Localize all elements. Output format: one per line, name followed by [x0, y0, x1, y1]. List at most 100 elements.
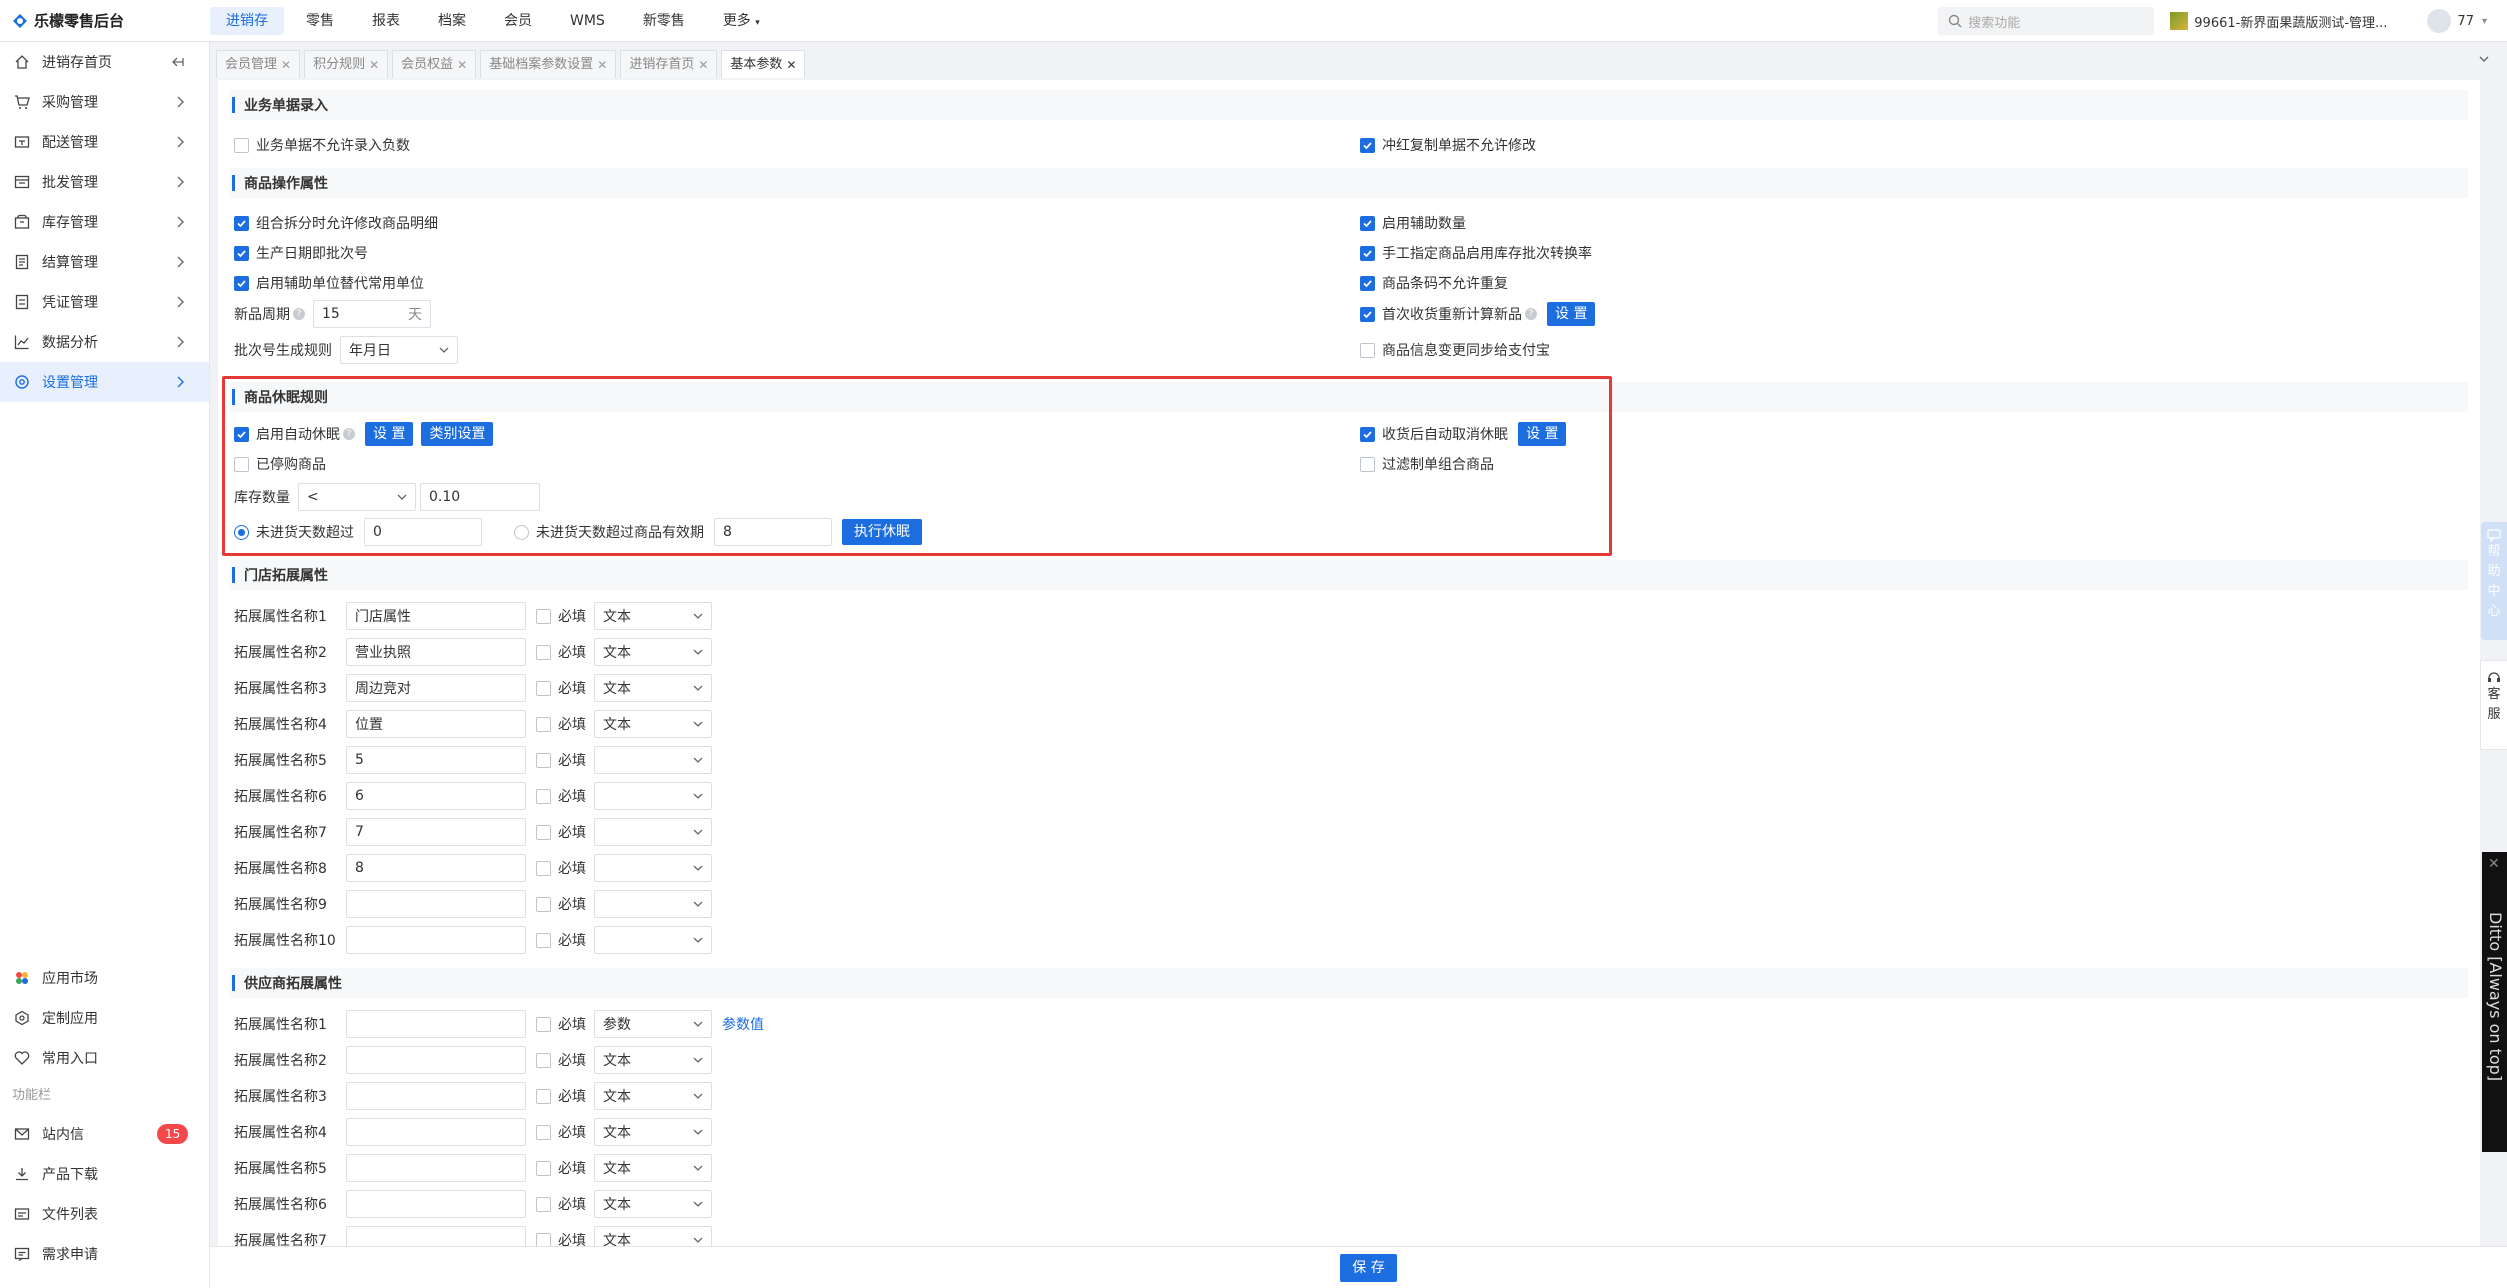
close-icon[interactable]: ✕ — [457, 51, 467, 79]
required-option[interactable]: 必填 — [536, 858, 594, 878]
checkbox[interactable] — [536, 608, 551, 624]
required-option[interactable]: 必填 — [536, 1050, 594, 1070]
sidebar-item-downloads[interactable]: 产品下载 — [0, 1154, 210, 1194]
option-auto-dormant[interactable]: 启用自动休眠 ? 设 置 类别设置 — [234, 421, 494, 447]
sidebar-item-file-list[interactable]: 文件列表 — [0, 1194, 210, 1234]
brand[interactable]: 乐檬零售后台 — [0, 10, 210, 31]
tab-points-rules[interactable]: 积分规则 ✕ — [304, 50, 389, 79]
checkbox[interactable] — [536, 680, 551, 696]
new-period-input[interactable]: 15 天 — [313, 300, 431, 328]
option-stopped-products[interactable]: 已停购商品 — [234, 451, 326, 477]
days-over-input[interactable]: 0 — [364, 518, 482, 546]
topnav-more[interactable]: 更多 ▾ — [707, 7, 776, 35]
help-center-tab[interactable]: 帮 助 中 心 — [2481, 522, 2507, 640]
store-selector[interactable]: 99661-新界面果蔬版测试-管理... — [2170, 12, 2387, 31]
collapse-sidebar-icon[interactable] — [171, 55, 185, 69]
sidebar-item-delivery[interactable]: 配送管理 — [0, 122, 209, 162]
topnav-new-retail[interactable]: 新零售 — [627, 7, 701, 35]
execute-dormant-button[interactable]: 执行休眠 — [842, 519, 922, 545]
attr-type-select[interactable] — [594, 782, 712, 810]
option-aux-qty[interactable]: 启用辅助数量 — [1360, 210, 1466, 236]
option-aux-unit[interactable]: 启用辅助单位替代常用单位 — [234, 270, 424, 296]
option-batch-date[interactable]: 生产日期即批次号 — [234, 240, 368, 266]
sidebar-item-purchase[interactable]: 采购管理 — [0, 82, 209, 122]
required-option[interactable]: 必填 — [536, 930, 594, 950]
checkbox[interactable] — [536, 932, 551, 948]
attr-value-input[interactable] — [346, 1154, 526, 1182]
attr-value-input[interactable]: 7 — [346, 818, 526, 846]
save-button[interactable]: 保 存 — [1340, 1253, 1397, 1282]
close-icon[interactable]: ✕ — [369, 51, 379, 79]
close-icon[interactable]: ✕ — [281, 51, 291, 79]
attr-value-input[interactable]: 门店属性 — [346, 602, 526, 630]
option-barcode-unique[interactable]: 商品条码不允许重复 — [1360, 270, 1508, 296]
checkbox[interactable] — [536, 1088, 551, 1104]
ditto-window[interactable]: ✕ Ditto [Always on top] — [2482, 852, 2507, 1152]
stock-value-input[interactable]: 0.10 — [420, 483, 540, 511]
tab-basic-archive-params[interactable]: 基础档案参数设置 ✕ — [480, 50, 617, 79]
batch-rule-select[interactable]: 年月日 — [340, 336, 458, 364]
attr-value-input[interactable]: 5 — [346, 746, 526, 774]
tab-basic-params[interactable]: 基本参数 ✕ — [721, 50, 806, 78]
required-option[interactable]: 必填 — [536, 606, 594, 626]
option-filter-combo[interactable]: 过滤制单组合商品 — [1360, 451, 1494, 477]
attr-type-select[interactable]: 参数 — [594, 1010, 712, 1038]
close-icon[interactable]: ✕ — [698, 51, 708, 79]
checkbox[interactable] — [536, 824, 551, 840]
sidebar-item-voucher[interactable]: 凭证管理 — [0, 282, 209, 322]
attr-type-select[interactable] — [594, 926, 712, 954]
attr-value-input[interactable] — [346, 1118, 526, 1146]
topnav-members[interactable]: 会员 — [488, 7, 548, 35]
cancel-dormant-settings-button[interactable]: 设 置 — [1518, 422, 1567, 446]
tab-member-benefits[interactable]: 会员权益 ✕ — [392, 50, 477, 79]
tabs-dropdown-icon[interactable] — [2477, 52, 2491, 66]
attr-value-input[interactable] — [346, 890, 526, 918]
checkbox[interactable] — [1360, 342, 1375, 358]
attr-value-input[interactable] — [346, 1010, 526, 1038]
checkbox-checked[interactable] — [1360, 275, 1375, 291]
attr-type-select[interactable]: 文本 — [594, 1082, 712, 1110]
close-icon[interactable]: ✕ — [597, 51, 607, 79]
sidebar-item-settlement[interactable]: 结算管理 — [0, 242, 209, 282]
sidebar-item-analytics[interactable]: 数据分析 — [0, 322, 209, 362]
checkbox[interactable] — [536, 752, 551, 768]
sidebar-item-settings[interactable]: 设置管理 — [0, 362, 209, 402]
checkbox[interactable] — [536, 716, 551, 732]
attr-type-select[interactable] — [594, 818, 712, 846]
option-split-modify[interactable]: 组合拆分时允许修改商品明细 — [234, 210, 438, 236]
sidebar-item-custom-app[interactable]: 定制应用 — [0, 998, 210, 1038]
required-option[interactable]: 必填 — [536, 678, 594, 698]
sidebar-item-favorites[interactable]: 常用入口 — [0, 1038, 210, 1078]
required-option[interactable]: 必填 — [536, 1014, 594, 1034]
attr-type-select[interactable]: 文本 — [594, 602, 712, 630]
required-option[interactable]: 必填 — [536, 642, 594, 662]
topnav-jinxiaocun[interactable]: 进销存 — [210, 6, 284, 35]
close-icon[interactable]: ✕ — [2488, 856, 2500, 872]
checkbox[interactable] — [536, 644, 551, 660]
sidebar-item-home[interactable]: 进销存首页 — [0, 42, 209, 82]
option-neg-qty[interactable]: 业务单据不允许录入负数 — [234, 132, 410, 158]
checkbox-checked[interactable] — [234, 215, 249, 231]
attr-value-input[interactable]: 位置 — [346, 710, 526, 738]
search-input[interactable]: 搜索功能 — [1938, 7, 2155, 35]
attr-value-input[interactable]: 6 — [346, 782, 526, 810]
option-cancel-after-receive[interactable]: 收货后自动取消休眠 设 置 — [1360, 421, 1567, 447]
checkbox[interactable] — [536, 1052, 551, 1068]
sidebar-item-app-market[interactable]: 应用市场 — [0, 958, 210, 998]
required-option[interactable]: 必填 — [536, 822, 594, 842]
option-redcopy[interactable]: 冲红复制单据不允许修改 — [1360, 132, 1536, 158]
topnav-reports[interactable]: 报表 — [356, 7, 416, 35]
required-option[interactable]: 必填 — [536, 750, 594, 770]
radio[interactable] — [514, 524, 529, 540]
help-icon[interactable]: ? — [1525, 308, 1537, 320]
checkbox[interactable] — [536, 1232, 551, 1246]
attr-type-select[interactable] — [594, 854, 712, 882]
sidebar-item-messages[interactable]: 站内信 15 — [0, 1114, 210, 1154]
required-option[interactable]: 必填 — [536, 714, 594, 734]
option-manual-batch[interactable]: 手工指定商品启用库存批次转换率 — [1360, 240, 1592, 266]
days-over-valid-input[interactable]: 8 — [714, 518, 832, 546]
checkbox-checked[interactable] — [1360, 245, 1375, 261]
checkbox[interactable] — [536, 1124, 551, 1140]
param-value-link[interactable]: 参数值 — [722, 1014, 764, 1034]
attr-type-select[interactable]: 文本 — [594, 1190, 712, 1218]
